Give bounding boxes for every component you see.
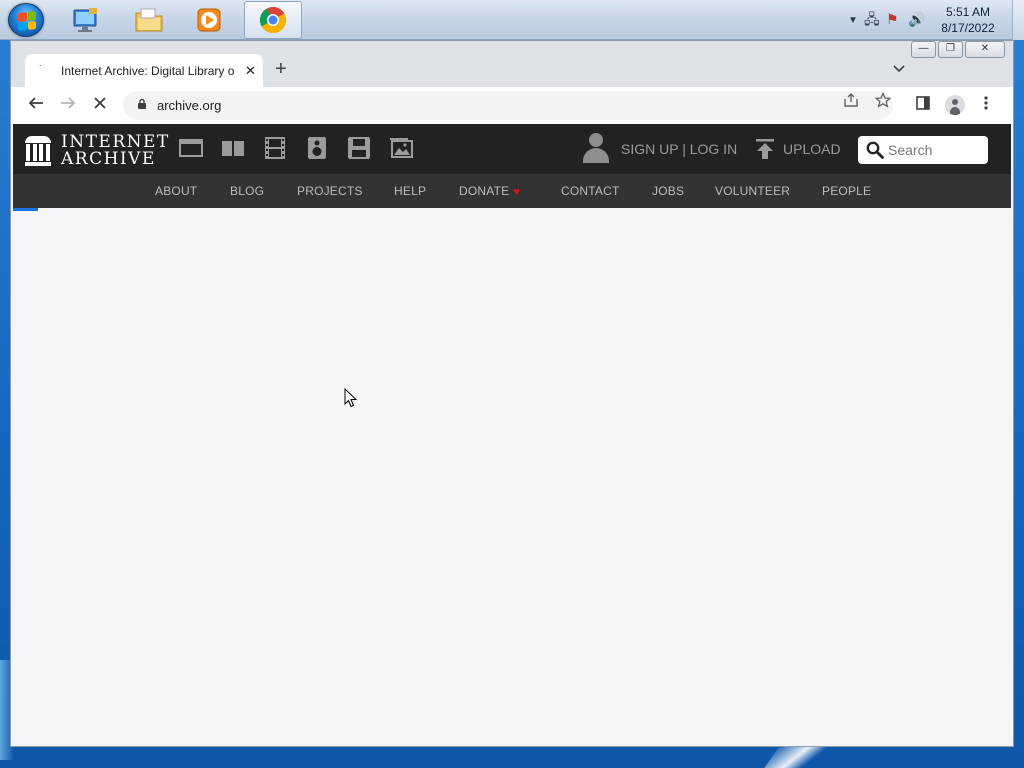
taskbar-chrome[interactable] xyxy=(244,1,302,39)
back-arrow-icon xyxy=(28,97,43,109)
nav-blog[interactable]: BLOG xyxy=(230,184,264,198)
tab-search-chevron-icon[interactable] xyxy=(893,61,905,76)
ia-user-icon[interactable] xyxy=(581,133,611,165)
tray-expand-icon[interactable]: ▼ xyxy=(848,14,858,28)
action-center-flag-icon[interactable]: ⚑ xyxy=(886,12,899,26)
windows-logo-icon xyxy=(18,11,36,31)
page-viewport: INTERNET ARCHIVE SIGN UP | LOG IN UPLOAD xyxy=(11,124,1013,746)
taskbar-media-player[interactable] xyxy=(180,1,238,39)
volume-icon[interactable]: 🔊 xyxy=(908,12,925,26)
clock[interactable]: 5:51 AM 8/17/2022 xyxy=(936,4,1000,36)
taskbar-file-explorer[interactable] xyxy=(120,1,178,39)
nav-donate-label: DONATE xyxy=(459,184,510,198)
new-tab-button[interactable]: + xyxy=(275,59,287,79)
web-icon[interactable] xyxy=(179,136,203,160)
ia-temple-icon xyxy=(25,136,51,166)
clock-time: 5:51 AM xyxy=(945,5,991,19)
bookmark-star-icon[interactable] xyxy=(874,91,892,112)
address-bar[interactable]: archive.org xyxy=(123,91,893,120)
nav-jobs[interactable]: JOBS xyxy=(652,184,684,198)
media-type-icons xyxy=(179,136,413,160)
clock-date: 8/17/2022 xyxy=(941,21,995,35)
browser-toolbar: archive.org xyxy=(11,87,1013,124)
show-desktop-button[interactable] xyxy=(1012,0,1024,40)
ia-nav-bar: ABOUT BLOG PROJECTS HELP DONATE ♥ CONTACT… xyxy=(13,174,1011,208)
chrome-icon xyxy=(259,6,287,34)
url-text: archive.org xyxy=(157,98,222,113)
tab-title: Internet Archive: Digital Library o xyxy=(61,63,235,78)
nav-contact[interactable]: CONTACT xyxy=(561,184,620,198)
ia-logo[interactable]: INTERNET ARCHIVE xyxy=(25,134,170,168)
close-tab-icon[interactable]: ✕ xyxy=(245,63,256,79)
system-tray: ▼ 🖧 ⚑ 🔊 5:51 AM 8/17/2022 xyxy=(834,0,1024,40)
images-photo-icon[interactable] xyxy=(389,136,413,160)
ia-search-box[interactable] xyxy=(858,136,988,164)
nav-people[interactable]: PEOPLE xyxy=(822,184,871,198)
start-button[interactable] xyxy=(8,3,44,37)
network-icon[interactable]: 🖧 xyxy=(864,12,880,26)
nav-projects[interactable]: PROJECTS xyxy=(297,184,363,198)
loading-spinner-icon: ˙ xyxy=(39,63,43,76)
share-icon[interactable] xyxy=(843,92,859,112)
software-floppy-icon[interactable] xyxy=(347,136,371,160)
forward-arrow-icon xyxy=(61,97,76,109)
taskbar-remote-desktop[interactable] xyxy=(57,1,115,39)
back-button[interactable] xyxy=(25,95,47,116)
page-loading-bar xyxy=(13,208,38,211)
tab-strip: ˙ Internet Archive: Digital Library o ✕ … xyxy=(11,51,1013,87)
nav-help[interactable]: HELP xyxy=(394,184,426,198)
folder-icon xyxy=(135,8,163,32)
profile-avatar-icon[interactable] xyxy=(945,95,965,115)
nav-donate[interactable]: DONATE ♥ xyxy=(459,184,520,198)
menu-kebab-icon[interactable] xyxy=(983,95,989,115)
ia-wordmark-line2: ARCHIVE xyxy=(61,149,156,169)
media-player-icon xyxy=(197,8,221,32)
taskbar: ▼ 🖧 ⚑ 🔊 5:51 AM 8/17/2022 xyxy=(0,0,1024,40)
search-input[interactable] xyxy=(888,142,984,158)
tab-internet-archive[interactable]: ˙ Internet Archive: Digital Library o ✕ xyxy=(25,54,263,87)
audio-speaker-icon[interactable] xyxy=(305,136,329,160)
search-icon xyxy=(866,141,884,159)
upload-arrow-icon[interactable] xyxy=(755,138,775,160)
side-panel-icon[interactable] xyxy=(915,95,931,115)
nav-about[interactable]: ABOUT xyxy=(155,184,197,198)
browser-window: — ❐ ✕ ˙ Internet Archive: Digital Librar… xyxy=(10,40,1014,747)
nav-volunteer[interactable]: VOLUNTEER xyxy=(715,184,790,198)
stop-x-icon xyxy=(94,97,106,109)
texts-book-icon[interactable] xyxy=(221,136,245,160)
sign-up-log-in-link[interactable]: SIGN UP | LOG IN xyxy=(621,141,737,157)
ia-wordmark: INTERNET ARCHIVE xyxy=(61,134,170,168)
stop-loading-button[interactable] xyxy=(89,95,111,115)
remote-desktop-icon xyxy=(73,8,97,32)
video-film-icon[interactable] xyxy=(263,136,287,160)
upload-link[interactable]: UPLOAD xyxy=(783,141,841,157)
donate-heart-icon: ♥ xyxy=(513,186,521,198)
lock-icon[interactable] xyxy=(137,98,147,113)
forward-button[interactable] xyxy=(57,95,79,116)
mouse-cursor-icon xyxy=(344,388,358,408)
ia-header: INTERNET ARCHIVE SIGN UP | LOG IN UPLOAD xyxy=(13,124,1011,174)
